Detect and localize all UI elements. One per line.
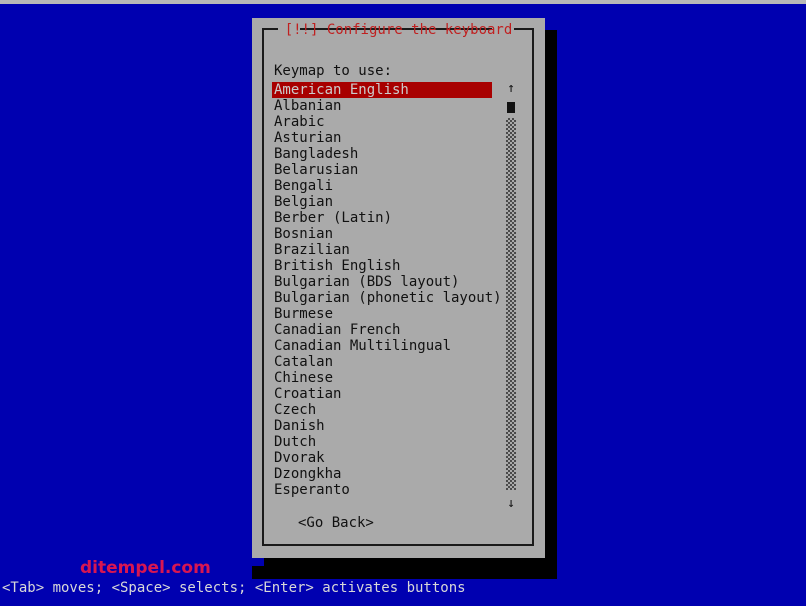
keymap-list-item[interactable]: Arabic bbox=[272, 114, 494, 130]
keymap-list[interactable]: American English Albanian Arabic Asturian Ba… bbox=[272, 82, 502, 502]
keymap-list-item[interactable]: Bengali bbox=[272, 178, 494, 194]
keymap-list-item[interactable]: Canadian Multilingual bbox=[272, 338, 494, 354]
keymap-list-item[interactable]: Bosnian bbox=[272, 226, 494, 242]
keymap-scrollbar[interactable]: ↑ ↓ bbox=[502, 82, 520, 510]
keymap-list-item[interactable]: Albanian bbox=[272, 98, 494, 114]
keymap-list-item[interactable]: Canadian French bbox=[272, 322, 494, 338]
keymap-prompt-label: Keymap to use: bbox=[274, 63, 393, 79]
scrollbar-track[interactable] bbox=[506, 118, 516, 490]
scroll-up-arrow-icon[interactable]: ↑ bbox=[502, 82, 520, 95]
keymap-list-item[interactable]: Belarusian bbox=[272, 162, 494, 178]
keymap-list-item[interactable]: Bulgarian (phonetic layout) bbox=[272, 290, 502, 306]
scroll-down-arrow-icon[interactable]: ↓ bbox=[502, 497, 520, 510]
site-watermark: ditempel.com bbox=[80, 558, 211, 578]
go-back-button[interactable]: <Go Back> bbox=[298, 514, 374, 532]
keymap-list-item[interactable]: Bulgarian (BDS layout) bbox=[272, 274, 494, 290]
keymap-list-item[interactable]: Esperanto bbox=[272, 482, 494, 498]
keymap-list-item[interactable]: Croatian bbox=[272, 386, 494, 402]
keymap-list-item[interactable]: Chinese bbox=[272, 370, 494, 386]
keymap-list-item[interactable]: Belgian bbox=[272, 194, 494, 210]
screen-top-strip bbox=[0, 0, 806, 4]
keymap-list-item[interactable]: Catalan bbox=[272, 354, 494, 370]
keymap-list-item[interactable]: Burmese bbox=[272, 306, 494, 322]
keymap-list-item[interactable]: American English bbox=[272, 82, 492, 98]
keymap-list-item[interactable]: Dzongkha bbox=[272, 466, 494, 482]
keymap-list-item[interactable]: British English bbox=[272, 258, 494, 274]
keymap-list-item[interactable]: Danish bbox=[272, 418, 494, 434]
scrollbar-thumb[interactable] bbox=[507, 102, 515, 113]
status-bar-text: <Tab> moves; <Space> selects; <Enter> ac… bbox=[2, 580, 466, 596]
keymap-list-item[interactable]: Berber (Latin) bbox=[272, 210, 494, 226]
installer-screen: [!!] Configure the keyboard Keymap to us… bbox=[0, 0, 806, 606]
status-bar: <Tab> moves; <Space> selects; <Enter> ac… bbox=[0, 580, 806, 596]
configure-keyboard-dialog: [!!] Configure the keyboard Keymap to us… bbox=[252, 18, 545, 558]
keymap-list-item[interactable]: Dvorak bbox=[272, 450, 494, 466]
keymap-list-item[interactable]: Dutch bbox=[272, 434, 494, 450]
dialog-title: [!!] Configure the keyboard bbox=[284, 22, 513, 38]
keymap-list-item[interactable]: Bangladesh bbox=[272, 146, 494, 162]
keymap-list-item[interactable]: Brazilian bbox=[272, 242, 494, 258]
keymap-list-item[interactable]: Asturian bbox=[272, 130, 494, 146]
keymap-list-item[interactable]: Czech bbox=[272, 402, 494, 418]
